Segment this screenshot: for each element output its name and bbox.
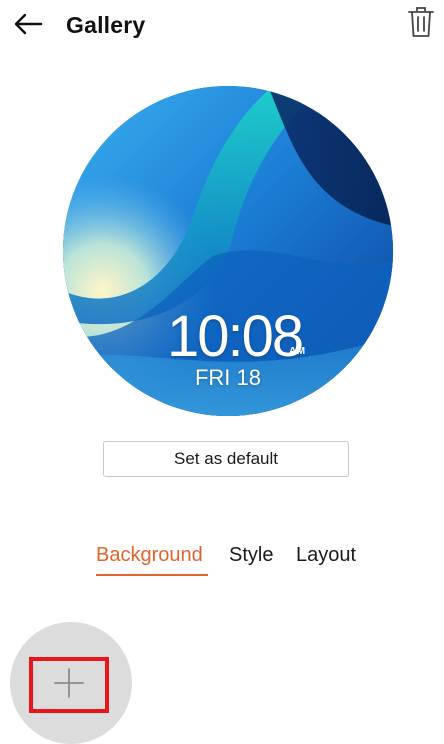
trash-icon [408,6,434,43]
set-as-default-button[interactable]: Set as default [103,441,349,477]
active-tab-indicator [96,574,208,576]
top-bar: Gallery [0,0,444,54]
page-title: Gallery [66,12,146,38]
arrow-left-icon [13,13,43,40]
clock-time: 10:08 [167,304,304,369]
clock-date: FRI 18 [194,365,262,390]
back-button[interactable] [8,8,48,44]
customization-tabs: Background Style Layout [0,540,444,580]
add-background-button[interactable] [29,657,109,713]
clock-ampm: AM [289,346,306,357]
tab-background[interactable]: Background [96,544,203,567]
tab-style[interactable]: Style [229,544,273,567]
tab-layout[interactable]: Layout [296,544,356,567]
delete-button[interactable] [402,4,440,44]
watch-face-preview: 10:08 AM FRI 18 [63,86,393,416]
plus-icon [51,665,87,706]
